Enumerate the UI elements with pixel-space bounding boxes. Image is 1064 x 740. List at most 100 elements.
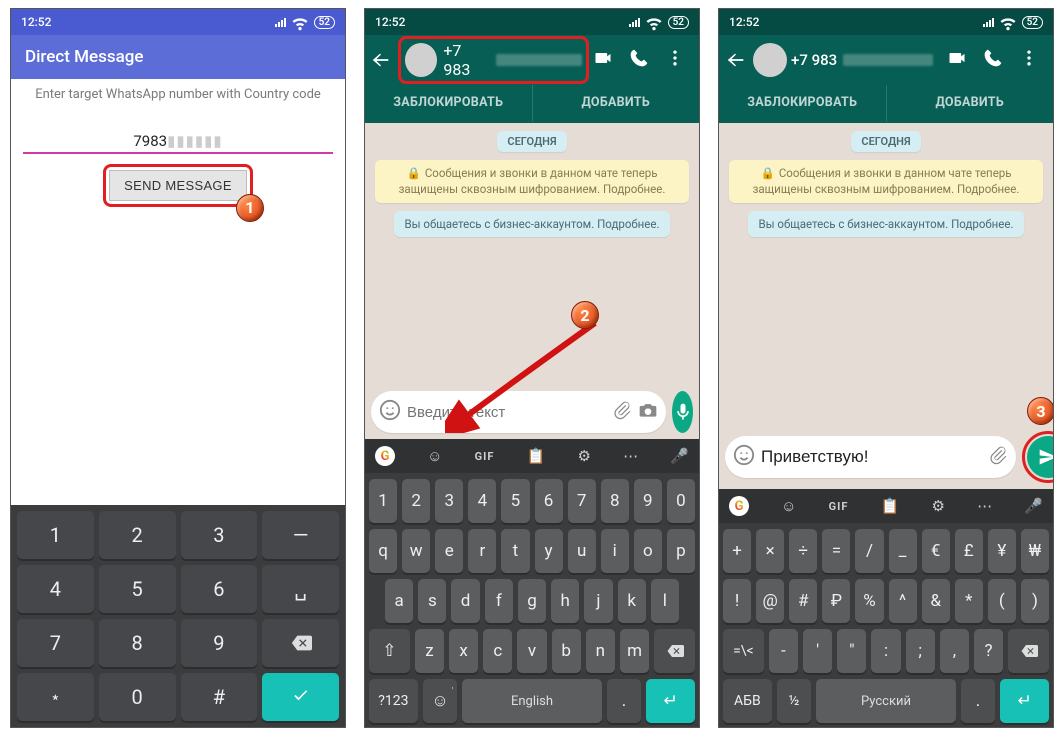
- key-rub[interactable]: ₽: [822, 579, 850, 623]
- video-call-icon[interactable]: [593, 48, 613, 72]
- key-colon[interactable]: :: [871, 629, 900, 673]
- key-n0[interactable]: 0: [667, 479, 695, 523]
- key-y[interactable]: y: [535, 529, 563, 573]
- key-dash2[interactable]: -: [769, 629, 798, 673]
- key-n8[interactable]: 8: [601, 479, 629, 523]
- key-q[interactable]: q: [369, 529, 397, 573]
- key-0[interactable]: 0: [99, 673, 176, 721]
- tab-block[interactable]: ЗАБЛОКИРОВАТЬ: [365, 85, 532, 123]
- key-period[interactable]: .: [961, 679, 996, 723]
- key-enter[interactable]: [262, 673, 339, 721]
- key-z[interactable]: z: [415, 629, 444, 673]
- key-3[interactable]: 3: [181, 511, 258, 559]
- message-input-box[interactable]: [725, 436, 1016, 478]
- key-f[interactable]: f: [485, 579, 513, 623]
- clipboard-icon[interactable]: 📋: [527, 447, 546, 465]
- key-enter[interactable]: ↵: [1000, 679, 1049, 723]
- key-e[interactable]: e: [435, 529, 463, 573]
- key-frac[interactable]: ½: [777, 679, 812, 723]
- key-o[interactable]: o: [634, 529, 662, 573]
- key-euro[interactable]: €: [922, 529, 950, 573]
- numeric-keypad[interactable]: 1 2 3 — 4 5 6 ␣ 7 8 9 ﹡ 0 #: [11, 505, 345, 727]
- key-mult[interactable]: ×: [756, 529, 784, 573]
- gif-button[interactable]: GIF: [829, 500, 849, 513]
- message-input-box[interactable]: [371, 391, 666, 433]
- google-icon[interactable]: G: [375, 446, 395, 466]
- key-rpar[interactable]: ): [1021, 579, 1049, 623]
- key-yen[interactable]: ¥: [988, 529, 1016, 573]
- mic-icon[interactable]: 🎤: [1024, 497, 1043, 515]
- key-9[interactable]: 9: [181, 619, 258, 667]
- key-n3[interactable]: 3: [435, 479, 463, 523]
- key-backspace[interactable]: [262, 619, 339, 667]
- business-notice[interactable]: Вы общаетесь с бизнес-аккаунтом. Подробн…: [394, 211, 669, 237]
- key-1[interactable]: 1: [17, 511, 94, 559]
- key-n6[interactable]: 6: [535, 479, 563, 523]
- key-n9[interactable]: 9: [634, 479, 662, 523]
- keyboard-russian-symbols[interactable]: G ☺ GIF 📋 ⚙ ⋯ 🎤 +×÷=/_€£¥₩ !@#₽%^&*() =\…: [719, 489, 1053, 727]
- key-p[interactable]: p: [667, 529, 695, 573]
- key-m[interactable]: m: [620, 629, 649, 673]
- tab-add[interactable]: ДОБАВИТЬ: [532, 85, 700, 123]
- more-options-icon[interactable]: [1019, 48, 1039, 72]
- key-space[interactable]: ␣: [262, 565, 339, 613]
- camera-icon[interactable]: [638, 400, 658, 424]
- key-l[interactable]: l: [651, 579, 679, 623]
- key-v[interactable]: v: [517, 629, 546, 673]
- sticker-icon[interactable]: ☺: [781, 497, 796, 515]
- key-eq[interactable]: =: [822, 529, 850, 573]
- key-x[interactable]: x: [449, 629, 478, 673]
- key-apos[interactable]: ': [803, 629, 832, 673]
- key-div[interactable]: ÷: [789, 529, 817, 573]
- key-r[interactable]: r: [468, 529, 496, 573]
- key-6[interactable]: 6: [181, 565, 258, 613]
- emoji-icon[interactable]: [733, 444, 755, 470]
- key-w[interactable]: w: [402, 529, 430, 573]
- emoji-icon[interactable]: [379, 399, 401, 425]
- message-input[interactable]: [407, 404, 606, 421]
- key-pct[interactable]: %: [855, 579, 883, 623]
- key-g[interactable]: g: [518, 579, 546, 623]
- key-backspace[interactable]: [654, 629, 695, 673]
- key-n1[interactable]: 1: [369, 479, 397, 523]
- more-icon[interactable]: ⋯: [623, 447, 638, 465]
- contact-title[interactable]: +7 983: [791, 51, 943, 69]
- key-emoji[interactable]: ☺,: [423, 679, 458, 723]
- key-amp[interactable]: &: [922, 579, 950, 623]
- key-symbols[interactable]: ?123: [369, 679, 418, 723]
- voice-call-icon[interactable]: [629, 48, 649, 72]
- key-c[interactable]: c: [483, 629, 512, 673]
- business-notice[interactable]: Вы общаетесь с бизнес-аккаунтом. Подробн…: [748, 211, 1023, 237]
- key-under[interactable]: _: [889, 529, 917, 573]
- key-h[interactable]: h: [551, 579, 579, 623]
- more-icon[interactable]: ⋯: [977, 497, 992, 515]
- contact-phone[interactable]: +7 983: [443, 41, 490, 79]
- key-s[interactable]: s: [418, 579, 446, 623]
- key-lpar[interactable]: (: [988, 579, 1016, 623]
- key-n7[interactable]: 7: [568, 479, 596, 523]
- key-more-symbols[interactable]: =\<: [723, 629, 764, 673]
- key-j[interactable]: j: [584, 579, 612, 623]
- key-space[interactable]: Русский: [816, 679, 955, 723]
- tab-block[interactable]: ЗАБЛОКИРОВАТЬ: [719, 85, 886, 123]
- key-hash[interactable]: #: [181, 673, 258, 721]
- mic-icon[interactable]: 🎤: [670, 447, 689, 465]
- message-input[interactable]: [761, 447, 982, 467]
- settings-icon[interactable]: ⚙: [931, 497, 944, 515]
- attach-icon[interactable]: [612, 400, 632, 424]
- encryption-notice[interactable]: 🔒Сообщения и звонки в данном чате теперь…: [729, 160, 1043, 203]
- key-space[interactable]: English: [462, 679, 601, 723]
- key-at[interactable]: @: [756, 579, 784, 623]
- attach-icon[interactable]: [988, 445, 1008, 469]
- mic-button[interactable]: [672, 391, 693, 433]
- key-u[interactable]: u: [568, 529, 596, 573]
- phone-input-wrap[interactable]: 7983 ▮▮▮▮▮▮: [23, 128, 333, 154]
- settings-icon[interactable]: ⚙: [577, 447, 590, 465]
- key-a[interactable]: a: [385, 579, 413, 623]
- key-i[interactable]: i: [601, 529, 629, 573]
- key-qmark[interactable]: ?: [974, 629, 1003, 673]
- key-slash[interactable]: /: [855, 529, 883, 573]
- keyboard-english[interactable]: G ☺ GIF 📋 ⚙ ⋯ 🎤 1234567890 qwertyuiop as…: [365, 439, 699, 727]
- key-4[interactable]: 4: [17, 565, 94, 613]
- key-excl[interactable]: !: [723, 579, 751, 623]
